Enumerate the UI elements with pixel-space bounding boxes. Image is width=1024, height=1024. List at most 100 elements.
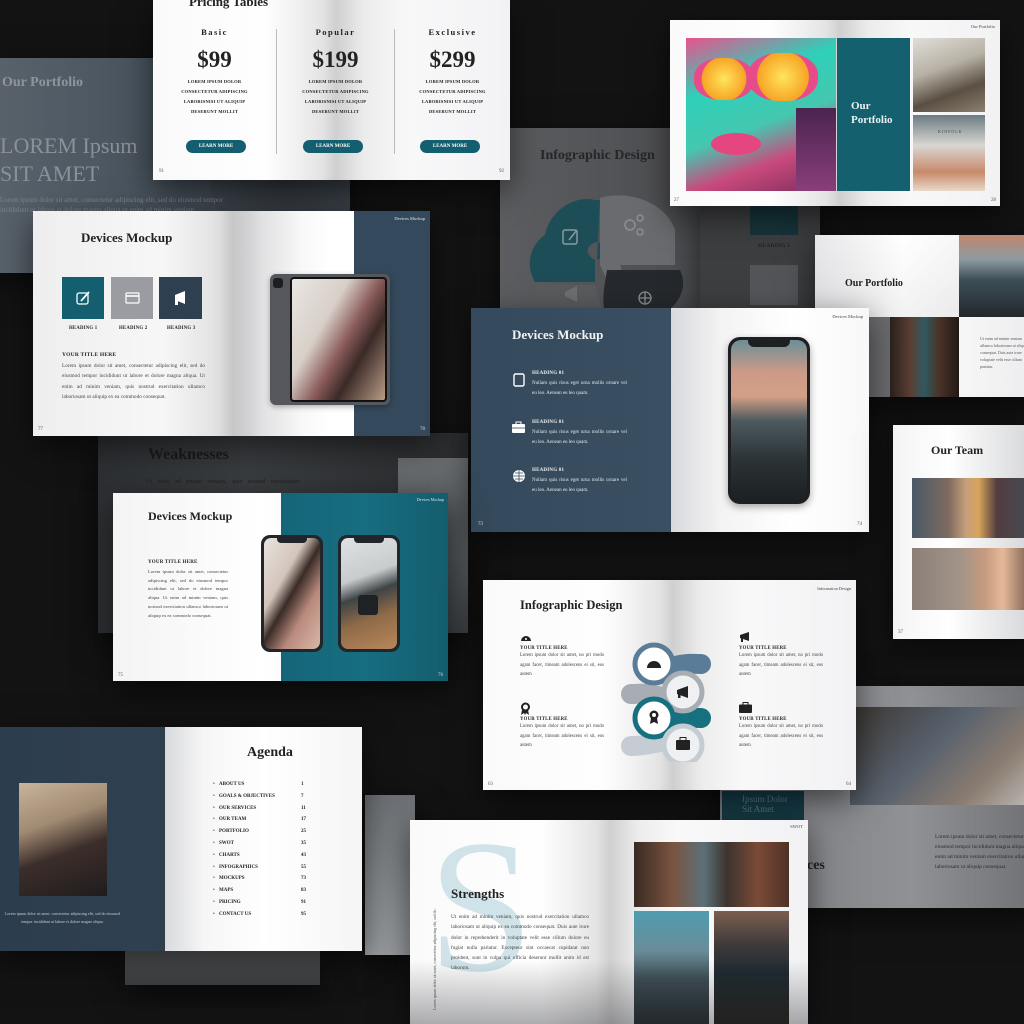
tier-feature: CONSECTETUR ADIPISCING: [181, 89, 248, 94]
meeting-photo: [850, 707, 1024, 805]
agenda-item[interactable]: • SWOT 35: [213, 841, 323, 853]
item-body: Lorem ipsum dolor sit amet, no pri modo …: [739, 724, 823, 748]
agenda-item[interactable]: • CONTACT US 95: [213, 912, 323, 924]
bullet-icon: •: [213, 852, 215, 858]
bullet-icon: •: [213, 888, 215, 894]
devices-tablet-label: Devices Mockup: [394, 216, 425, 221]
page-number-right: 74: [857, 522, 862, 527]
devices-background-block: HEADING 1: [700, 195, 820, 315]
infographic-item: YOUR TITLE HERE Lorem ipsum dolor sit am…: [520, 632, 604, 680]
portfolio-hero-headline-1: LOREM Ipsum: [0, 133, 138, 158]
infographic-item: YOUR TITLE HERE Lorem ipsum dolor sit am…: [739, 702, 823, 751]
agenda-item[interactable]: • INFOGRAPHICS 55: [213, 865, 323, 877]
services-side-text-2: Sit Amet: [742, 804, 774, 814]
agenda-item-page: 55: [301, 864, 306, 870]
bullet-icon: •: [213, 864, 215, 870]
portfolio-hero-headline-2: SIT AMET: [0, 161, 100, 186]
tier-feature: LABORISNISI UT ALIQUIP: [304, 99, 367, 104]
portfolio-teal-panel: Our Portfolio: [837, 38, 910, 191]
phone-screen-photo: [264, 538, 320, 649]
heading-tile-gray: [750, 265, 798, 305]
tier-price: $199: [312, 47, 359, 72]
tier-feature: LABORISNISI UT ALIQUIP: [421, 99, 484, 104]
agenda-item-label: CONTACT US: [219, 911, 252, 917]
agenda-item-label: OUR SERVICES: [219, 805, 257, 811]
phone-screen-photo: [341, 538, 397, 649]
street-lamps-photo: [634, 842, 789, 907]
page-number-left: 63: [488, 782, 493, 787]
agenda-item[interactable]: • ABOUT US 1: [213, 782, 323, 794]
agenda-item[interactable]: • PRICING 91: [213, 900, 323, 912]
agenda-item-label: ABOUT US: [219, 782, 245, 787]
globe-icon: [513, 470, 525, 482]
phone-device-1: [261, 535, 323, 652]
agenda-item[interactable]: • MOCKUPS 73: [213, 876, 323, 888]
weaknesses-title: Weaknesses: [148, 446, 229, 463]
tier-name: Basic: [201, 27, 228, 37]
heading-label: HEADING 3: [167, 326, 196, 331]
learn-more-button[interactable]: LEARN MORE: [303, 140, 363, 153]
magazine-photo: KINFOLK: [913, 115, 985, 191]
devices-phone-title: Devices Mockup: [512, 327, 604, 342]
megaphone-icon: [740, 632, 749, 642]
globe-icon: [638, 291, 652, 305]
portfolio-hero-title: Our Portfolio: [2, 75, 84, 90]
devices-phone-label: Devices Mockup: [832, 314, 863, 319]
phone-notch: [748, 340, 790, 347]
agenda-item-label: PORTFOLIO: [219, 829, 249, 835]
learn-more-button[interactable]: LEARN MORE: [420, 140, 480, 153]
services-title-fragment: ces: [807, 858, 825, 873]
agenda-item-label: SWOT: [219, 840, 235, 846]
agenda-item-label: PRICING: [219, 899, 241, 905]
tier-price: $99: [197, 47, 232, 72]
feature-body: Nullam quis risus eget urna mollis ornar…: [532, 430, 627, 445]
agenda-item[interactable]: • OUR SERVICES 11: [213, 806, 323, 818]
agenda-person-photo: [19, 783, 107, 896]
infographic-title: Infographic Design: [520, 598, 623, 612]
agenda-item-page: 95: [301, 911, 306, 917]
feature-heading: HEADING 01: [532, 420, 565, 425]
agenda-item-page: 17: [301, 817, 306, 823]
strengths-big-letter: S: [428, 820, 534, 1012]
briefcase-icon: [739, 702, 752, 713]
devices-tablet-spread: Devices Mockup Devices Mockup HEADING 1 …: [33, 211, 430, 436]
tier-feature: LOREM IPSUM DOLOR: [187, 79, 242, 84]
agenda-item-label: MAPS: [219, 888, 234, 894]
bullet-icon: •: [213, 817, 215, 823]
feature-item: HEADING 01 Nullam quis risus eget urna m…: [511, 468, 631, 508]
infographic-label: Information Design: [817, 586, 851, 591]
heading-tile-3[interactable]: [159, 277, 202, 319]
tier-feature: CONSECTETUR ADIPISCING: [419, 89, 486, 94]
agenda-item[interactable]: • GOALS & OBJECTIVES 7: [213, 794, 323, 806]
tier-name: Exclusive: [428, 27, 477, 37]
devices-phone-spread: Devices Mockup Devices Mockup HEADING 01…: [471, 308, 869, 532]
learn-more-button[interactable]: LEARN MORE: [186, 140, 246, 153]
page-number-right: 64: [846, 782, 851, 787]
services-body: Lorem ipsum dolor sit amet, consectetur …: [935, 834, 1024, 870]
megaphone-icon: [175, 291, 185, 305]
agenda-item-label: MOCKUPS: [219, 876, 245, 882]
page-number: 37: [898, 630, 903, 635]
devices-two-phones-subtitle: YOUR TITLE HERE: [148, 560, 198, 565]
phone-screen-photo: [731, 340, 807, 501]
heading-tile-1[interactable]: [62, 277, 104, 319]
agenda-list: • ABOUT US 1 • GOALS & OBJECTIVES 7 • OUR SERVI…: [213, 782, 323, 924]
devices-two-phones-label: Devices Mockup: [416, 497, 444, 502]
devices-tablet-title: Devices Mockup: [81, 230, 173, 245]
tier-feature: DESERUNT MOLLIT: [428, 109, 477, 114]
heading-tile-2[interactable]: [111, 277, 153, 319]
devices-two-phones-title: Devices Mockup: [148, 509, 233, 523]
agenda-item[interactable]: • PORTFOLIO 25: [213, 829, 323, 841]
infographic-spread: Information Design Infographic Design YO…: [483, 580, 856, 790]
agenda-item[interactable]: • MAPS 83: [213, 888, 323, 900]
devices-two-phones-spread: Devices Mockup Devices Mockup YOUR TITLE…: [113, 493, 448, 681]
agenda-item[interactable]: • OUR TEAM 17: [213, 817, 323, 829]
credit-card-icon: [125, 292, 140, 304]
agenda-item[interactable]: • CHARTS 43: [213, 853, 323, 865]
city-night-photo: [714, 911, 789, 1024]
agenda-item-page: 43: [301, 852, 306, 858]
tablet-screen-photo: [290, 277, 387, 402]
portfolio-title-1: Our: [851, 100, 871, 112]
tier-feature: DESERUNT MOLLIT: [190, 109, 239, 114]
heading-tile-teal: [750, 205, 798, 235]
